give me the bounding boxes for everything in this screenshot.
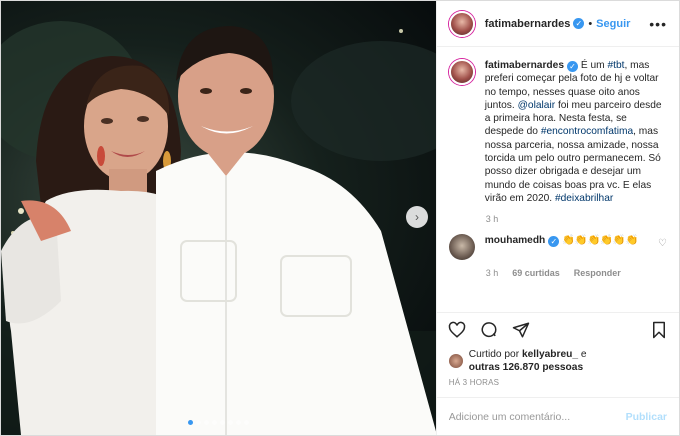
carousel-indicator xyxy=(1,420,436,425)
share-icon[interactable] xyxy=(511,320,531,340)
comments-section[interactable]: fatimabernardes ✓ É um #tbt, mas preferi … xyxy=(437,47,679,312)
comment-text: mouhamedh ✓ 👏👏👏👏👏👏 xyxy=(485,234,652,248)
carousel-dot xyxy=(211,420,217,425)
carousel-dot xyxy=(203,420,209,425)
hashtag-link[interactable]: #deixabrilhar xyxy=(555,193,613,204)
caption-part: É um xyxy=(578,60,608,71)
comment-content: 👏👏👏👏👏👏 xyxy=(559,235,639,247)
post-sidebar: fatimabernardes ✓ • Seguir ••• fatimaber… xyxy=(435,1,679,435)
caption: fatimabernardes ✓ É um #tbt, mas preferi … xyxy=(448,59,667,205)
comment-likes[interactable]: 69 curtidas xyxy=(512,268,560,278)
carousel-dot xyxy=(187,420,193,425)
caption-time: 3 h xyxy=(485,214,499,225)
publish-button[interactable]: Publicar xyxy=(626,411,667,423)
carousel-dot xyxy=(219,420,225,425)
comment-heart-icon[interactable]: ♡ xyxy=(658,238,667,249)
post-header: fatimabernardes ✓ • Seguir ••• xyxy=(436,1,679,47)
comment-meta: 3 h 69 curtidas Responder xyxy=(486,268,667,278)
photo-illustration xyxy=(1,21,436,435)
likes-middle: e xyxy=(578,349,587,360)
verified-icon: ✓ xyxy=(573,18,585,29)
avatar[interactable] xyxy=(448,10,475,37)
separator: • xyxy=(588,17,593,30)
post-actions xyxy=(436,312,679,346)
bookmark-icon[interactable] xyxy=(649,320,669,340)
caption-username[interactable]: fatimabernardes xyxy=(485,60,564,71)
likes-text: Curtido por kellyabreu_ e outras 126.870… xyxy=(469,348,587,374)
comment-username[interactable]: mouhamedh xyxy=(485,235,546,246)
comment-input[interactable] xyxy=(448,410,626,423)
caption-avatar[interactable] xyxy=(448,59,475,85)
comment-icon[interactable] xyxy=(479,320,499,340)
liker-username[interactable]: kellyabreu_ xyxy=(522,349,578,360)
mention-link[interactable]: @olalair xyxy=(518,100,556,111)
verified-icon: ✓ xyxy=(567,61,578,72)
heart-icon[interactable] xyxy=(447,320,467,340)
likes-prefix: Curtido por xyxy=(468,349,522,360)
reply-button[interactable]: Responder xyxy=(574,268,621,278)
post-timestamp[interactable]: HÁ 3 HORAS xyxy=(437,376,679,397)
comment-item: mouhamedh ✓ 👏👏👏👏👏👏 ♡ xyxy=(448,234,667,261)
verified-icon: ✓ xyxy=(548,236,560,248)
more-icon[interactable]: ••• xyxy=(649,16,667,32)
hashtag-link[interactable]: #encontrocomfatima xyxy=(541,126,633,137)
carousel-dot xyxy=(235,420,241,425)
comment-time: 3 h xyxy=(485,268,499,279)
likes-summary: Curtido por kellyabreu_ e outras 126.870… xyxy=(437,346,679,376)
next-photo-button[interactable]: › xyxy=(406,206,428,228)
comment-avatar[interactable] xyxy=(448,234,475,261)
hashtag-link[interactable]: #tbt xyxy=(607,60,624,71)
carousel-dot xyxy=(227,420,233,425)
post-photo[interactable]: › xyxy=(1,1,436,435)
add-comment-bar: Publicar xyxy=(436,397,679,435)
carousel-dot xyxy=(195,420,201,425)
instagram-post: › fatimabernardes ✓ • Seguir ••• fatimab… xyxy=(0,0,680,436)
liker-avatar[interactable] xyxy=(448,354,463,368)
author-username[interactable]: fatimabernardes xyxy=(485,18,571,30)
chevron-right-icon: › xyxy=(415,210,419,224)
carousel-dot xyxy=(243,420,249,425)
follow-button[interactable]: Seguir xyxy=(596,18,630,30)
likes-count[interactable]: outras 126.870 pessoas xyxy=(469,362,583,373)
caption-text: fatimabernardes ✓ É um #tbt, mas preferi … xyxy=(485,59,667,205)
